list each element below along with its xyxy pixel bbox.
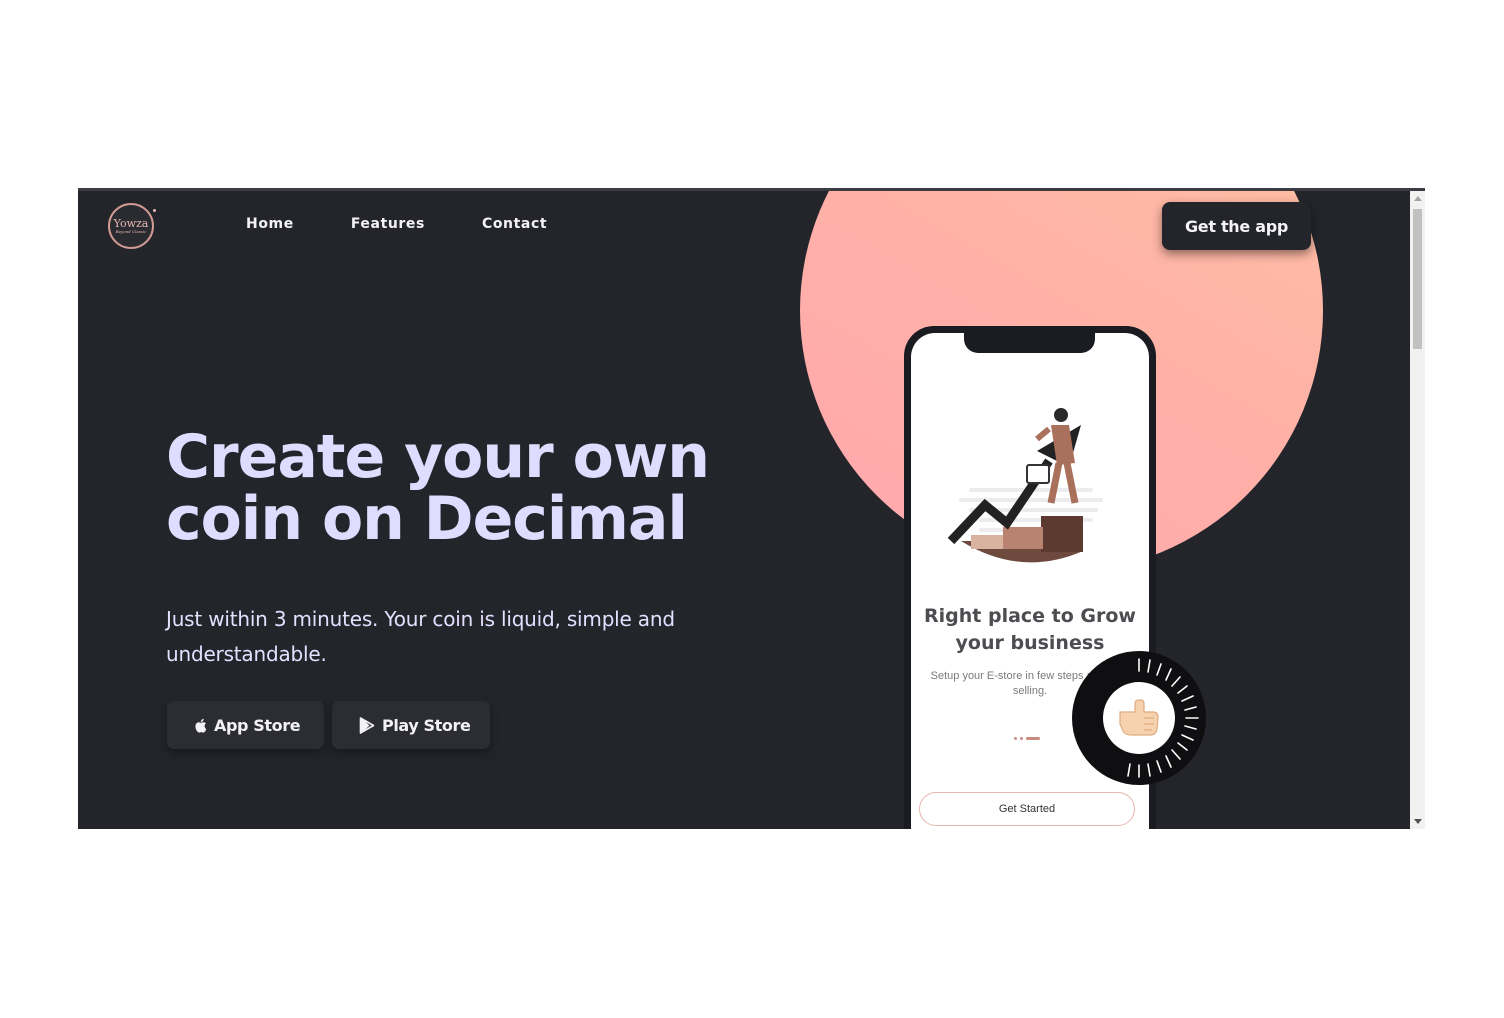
hero-title-line-2: coin on Decimal: [166, 484, 688, 554]
growth-illustration: [947, 408, 1103, 563]
pager-dot: [1014, 737, 1017, 740]
hero-title: Create your own coin on Decimal: [166, 426, 806, 550]
get-the-app-button[interactable]: Get the app: [1162, 202, 1311, 250]
pager-active: [1026, 737, 1040, 740]
apple-icon: [195, 718, 207, 733]
nav-home[interactable]: Home: [246, 216, 294, 232]
page-scrollbar[interactable]: [1410, 191, 1425, 829]
nav-contact[interactable]: Contact: [482, 216, 547, 232]
main-nav: Home Features Contact: [246, 216, 547, 232]
pager-dot: [1020, 737, 1023, 740]
scroll-down-arrow[interactable]: [1414, 819, 1422, 824]
browser-viewport: Yowza Beyond Classic Home Features Conta…: [78, 188, 1425, 829]
play-store-icon: [359, 716, 375, 734]
hero-subtitle: Just within 3 minutes. Your coin is liqu…: [166, 607, 675, 666]
dial-ring: [1072, 651, 1206, 785]
app-store-label: App Store: [214, 715, 301, 735]
logo-tagline: Beyond Classic: [115, 229, 147, 234]
scroll-thumb[interactable]: [1413, 209, 1422, 349]
thumbs-up-icon: [1119, 699, 1159, 736]
get-started-button[interactable]: Get Started: [919, 792, 1135, 826]
scroll-up-arrow[interactable]: [1414, 196, 1422, 201]
nav-features[interactable]: Features: [351, 216, 425, 232]
logo-text: Yowza: [113, 217, 149, 230]
phone-notch: [964, 333, 1095, 353]
hero-title-line-1: Create your own: [166, 422, 710, 492]
app-store-button[interactable]: App Store: [167, 701, 324, 749]
logo[interactable]: Yowza Beyond Classic: [108, 203, 156, 249]
play-store-button[interactable]: Play Store: [332, 701, 490, 749]
play-store-label: Play Store: [382, 715, 471, 735]
phone-title: Right place to Grow your business: [924, 605, 1136, 654]
pager-dots: [1014, 737, 1040, 740]
thumbs-up-badge: [1103, 682, 1175, 754]
logo-dot: [153, 209, 156, 212]
